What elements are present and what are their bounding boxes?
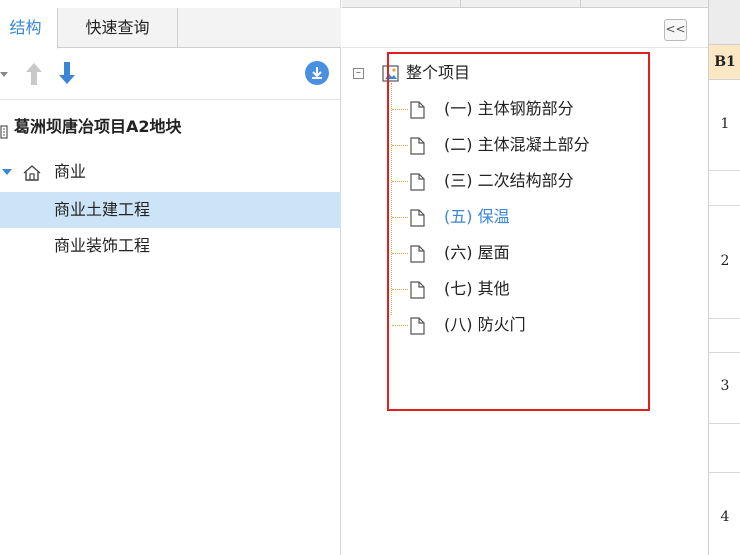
collapse-minus-icon[interactable]: – bbox=[353, 68, 364, 79]
grid-row-number: 4 bbox=[720, 509, 730, 525]
annotation-highlight-box bbox=[387, 52, 650, 411]
dropdown-arrow-icon[interactable] bbox=[0, 72, 8, 77]
grid-column-header[interactable]: B1 bbox=[709, 45, 740, 80]
grid-row-number: 1 bbox=[720, 116, 730, 132]
collapse-button[interactable]: << bbox=[664, 19, 687, 41]
tree-item-label: 商业装饰工程 bbox=[54, 236, 151, 255]
move-up-arrow-icon[interactable] bbox=[25, 62, 43, 90]
tree-project-node[interactable]: 葛洲坝唐冶项目A2地块 bbox=[0, 114, 341, 140]
tab-structure[interactable]: 结构 bbox=[0, 8, 58, 49]
middle-top-strip bbox=[342, 0, 708, 8]
tree-item-civil[interactable]: 商业土建工程 bbox=[0, 192, 341, 228]
expand-caret-icon[interactable] bbox=[2, 169, 12, 175]
move-down-arrow-icon[interactable] bbox=[58, 61, 76, 89]
download-circle-icon[interactable] bbox=[305, 61, 329, 85]
tab-quick-query[interactable]: 快速查询 bbox=[58, 8, 178, 48]
tree-group-node[interactable]: 商业 bbox=[0, 158, 341, 186]
home-icon bbox=[22, 163, 42, 191]
tree-group-label: 商业 bbox=[54, 162, 87, 181]
left-toolbar bbox=[0, 48, 341, 100]
tree-item-label: 商业土建工程 bbox=[54, 200, 151, 219]
middle-header: << bbox=[342, 8, 708, 48]
grid-corner bbox=[709, 0, 740, 45]
right-grid-panel: B1 1 2 3 4 bbox=[708, 0, 740, 555]
tree-project-label: 葛洲坝唐冶项目A2地块 bbox=[14, 117, 182, 136]
grid-row-number: 2 bbox=[720, 253, 730, 269]
tree-item-decoration[interactable]: 商业装饰工程 bbox=[0, 228, 341, 264]
grid-row-number: 3 bbox=[720, 378, 730, 394]
building-icon bbox=[0, 121, 8, 147]
left-tabbar: 结构 快速查询 bbox=[0, 8, 341, 49]
left-panel: 结构 快速查询 葛洲坝唐冶项目A2地块 商业 商业土建工程 商业装饰工程 bbox=[0, 0, 341, 555]
